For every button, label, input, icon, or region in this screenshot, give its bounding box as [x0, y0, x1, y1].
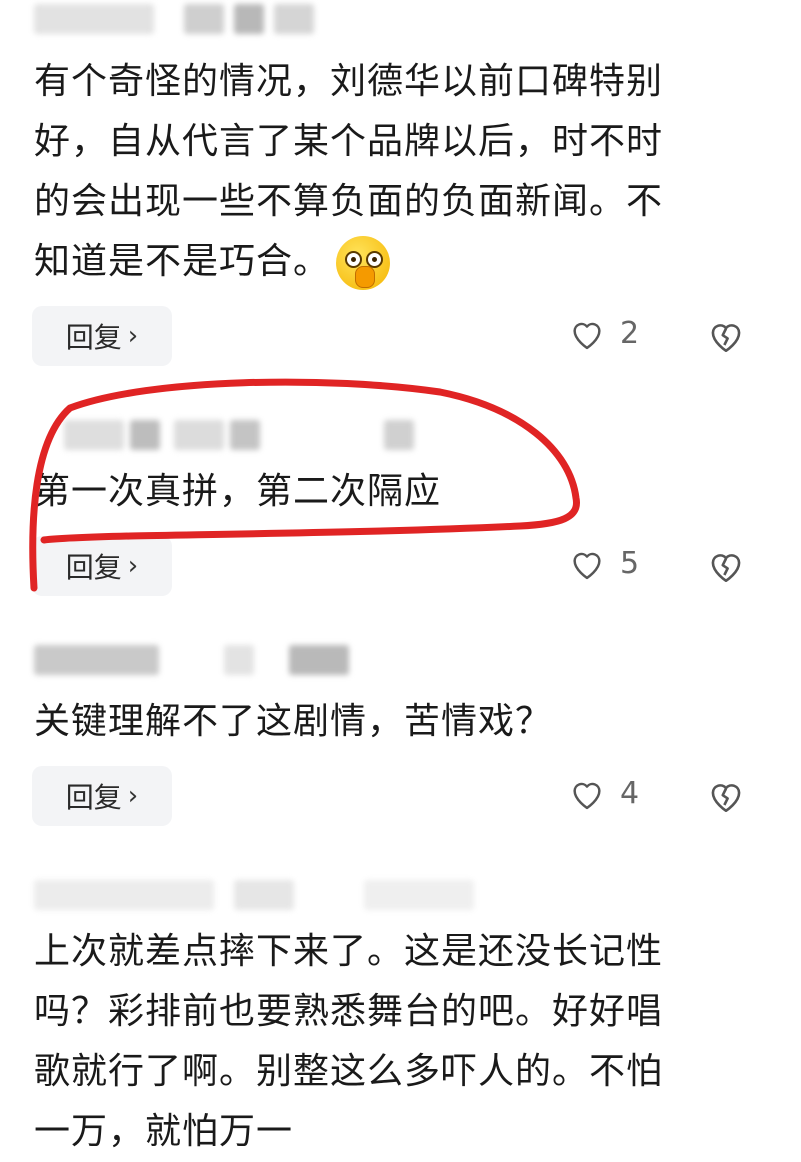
broken-heart-icon — [711, 784, 741, 813]
shush-face-emoji — [336, 236, 391, 290]
like-button[interactable]: 5 — [568, 546, 639, 581]
chevron-right-icon: › — [127, 321, 139, 351]
heart-outline-icon — [573, 552, 601, 579]
blurred-username — [34, 880, 474, 910]
reply-label: 回复 — [65, 551, 122, 584]
broken-heart-icon — [711, 324, 741, 353]
comment-text: 有个奇怪的情况，刘德华以前口碑特别 好，自从代言了某个品牌以后，时不时 的会出现… — [34, 52, 764, 292]
reply-label: 回复 — [65, 321, 122, 354]
dislike-button[interactable] — [706, 778, 746, 818]
blurred-username — [34, 4, 434, 34]
comment-text: 第一次真拼，第二次隔应 — [34, 471, 442, 512]
like-count: 5 — [620, 546, 640, 581]
dislike-button[interactable] — [706, 318, 746, 358]
reply-label: 回复 — [65, 781, 122, 814]
reply-button[interactable]: 回复 › — [32, 536, 172, 596]
dislike-button[interactable] — [706, 548, 746, 588]
comment-text: 关键理解不了这剧情，苦情戏？ — [34, 701, 553, 742]
like-button[interactable]: 2 — [568, 316, 639, 351]
blurred-username — [34, 645, 434, 675]
reply-button[interactable]: 回复 › — [32, 766, 172, 826]
broken-heart-icon — [711, 554, 741, 583]
chevron-right-icon: › — [127, 551, 139, 581]
like-button[interactable]: 4 — [568, 776, 639, 811]
reply-button[interactable]: 回复 › — [32, 306, 172, 366]
like-count: 2 — [620, 316, 640, 351]
chevron-right-icon: › — [127, 781, 139, 811]
comment-text: 上次就差点摔下来了。这是还没长记性 吗？彩排前也要熟悉舞台的吧。好好唱 歌就行了… — [34, 931, 664, 1152]
like-count: 4 — [620, 776, 640, 811]
blurred-username — [34, 420, 434, 450]
heart-outline-icon — [573, 782, 601, 809]
heart-outline-icon — [573, 322, 601, 349]
